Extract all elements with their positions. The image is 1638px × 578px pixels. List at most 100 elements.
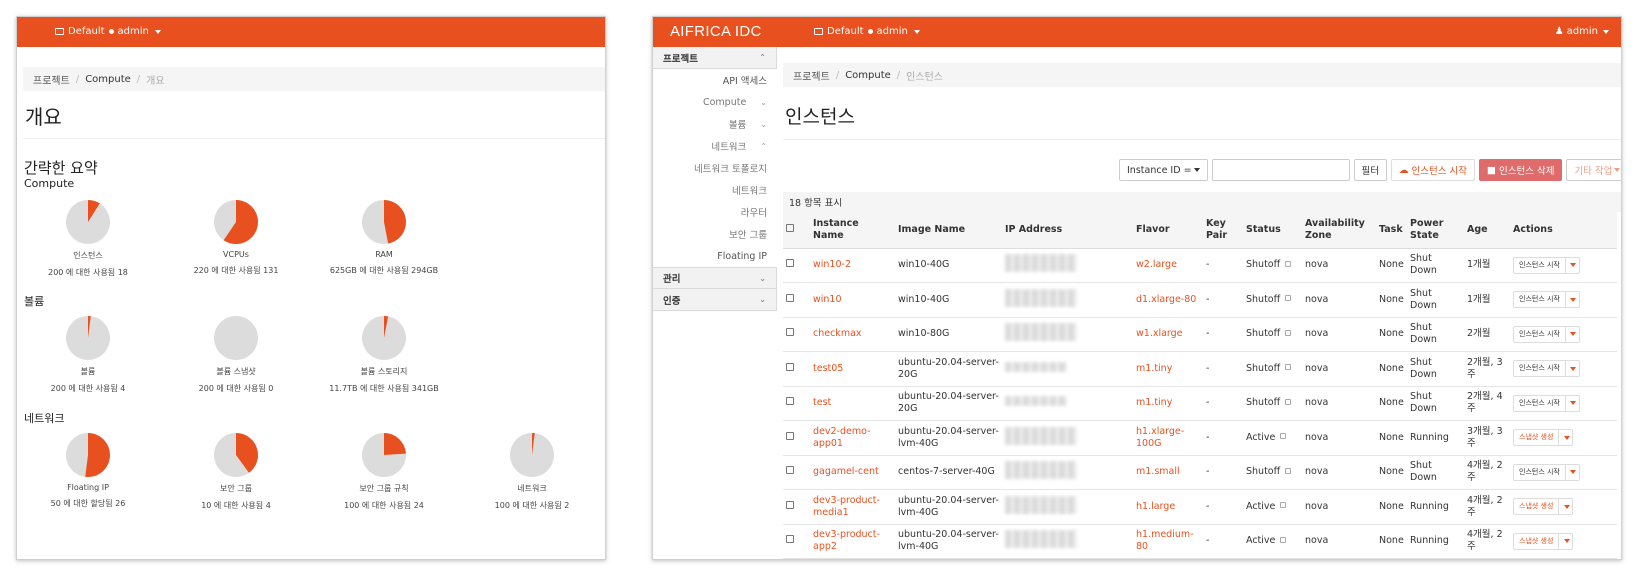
table-row[interactable]: win10 win10-40G d1.xlarge-80- Shutoff nova No… (783, 282, 1617, 318)
row-actions-dropdown[interactable] (1565, 256, 1580, 274)
sidebar-item[interactable]: 네트워크 (653, 179, 777, 201)
table-row[interactable]: test ubuntu-20.04-server-20G m1.tiny - Shuto… (783, 386, 1617, 421)
flavor-link[interactable]: w2.large (1136, 259, 1177, 270)
table-row[interactable]: dev2-demo-app01 ubuntu-20.04-server-lvm-4… (783, 420, 1617, 456)
status-cell: Shutoff (1243, 386, 1302, 421)
row-actions-dropdown[interactable] (1559, 498, 1574, 516)
instance-name-link[interactable]: win10-2 (813, 259, 851, 270)
column-header[interactable]: Power State (1407, 212, 1464, 249)
column-header[interactable]: Availability Zone (1302, 212, 1376, 249)
start-instance-button[interactable]: 인스턴스 시작 (1513, 291, 1566, 309)
main-content: 프로젝트 / Compute / 인스턴스 인스턴스 Instance ID = 필… (783, 47, 1621, 559)
create-snapshot-button[interactable]: 스냅샷 생성 (1513, 429, 1560, 447)
row-checkbox[interactable] (786, 535, 794, 544)
flavor-link[interactable]: h1.xlarge-100G (1136, 426, 1184, 449)
row-select-cell (783, 317, 810, 352)
row-checkbox[interactable] (786, 397, 794, 406)
row-actions-dropdown[interactable] (1565, 325, 1580, 343)
instance-name-cell: test (810, 386, 895, 421)
sidebar-item[interactable]: 네트워크 토폴로지 (653, 157, 777, 179)
table-row[interactable]: dev3-product-app2 ubuntu-20.04-server-lvm… (783, 524, 1617, 559)
start-instance-button[interactable]: 인스턴스 시작 (1513, 463, 1566, 481)
sidebar-item[interactable]: 볼륨 ⌄ (653, 113, 777, 135)
flavor-link[interactable]: h1.large (1136, 501, 1175, 512)
sidebar-item[interactable]: 네트워크 ⌃ (653, 135, 777, 157)
column-header[interactable]: Instance Name (810, 212, 895, 249)
sidebar-item[interactable]: Floating IP (653, 245, 777, 267)
user-menu[interactable]: ♟ admin (1555, 26, 1609, 37)
sidebar-item[interactable]: 보안 그룹 (653, 223, 777, 245)
filter-field-select[interactable]: Instance ID = (1119, 159, 1208, 181)
column-header[interactable]: Key Pair (1203, 212, 1243, 249)
table-row[interactable]: gagamel-cent centos-7-server-40G m1.small -… (783, 455, 1617, 490)
breadcrumb-project[interactable]: 프로젝트 (33, 72, 70, 87)
row-actions-dropdown[interactable] (1565, 360, 1580, 378)
row-actions-dropdown[interactable] (1559, 429, 1574, 447)
flavor-link[interactable]: m1.small (1136, 466, 1180, 477)
flavor-link[interactable]: m1.tiny (1136, 397, 1172, 408)
instance-name-link[interactable]: gagamel-cent (813, 466, 879, 477)
sidebar-item[interactable]: API 액세스 (653, 69, 777, 91)
flavor-link[interactable]: d1.xlarge-80 (1136, 294, 1196, 305)
column-header[interactable]: Age (1464, 212, 1510, 249)
start-instance-button[interactable]: 인스턴스 시작 (1513, 256, 1566, 274)
create-snapshot-button[interactable]: 스냅샷 생성 (1513, 532, 1560, 550)
project-dropdown[interactable]: Default admin (55, 26, 161, 37)
delete-instances-button[interactable]: ■ 인스턴스 삭제 (1478, 159, 1563, 181)
column-header[interactable]: Image Name (895, 212, 1002, 249)
start-instance-button[interactable]: 인스턴스 시작 (1513, 325, 1566, 343)
row-actions-dropdown[interactable] (1565, 291, 1580, 309)
row-checkbox[interactable] (786, 328, 794, 337)
start-instance-button[interactable]: 인스턴스 시작 (1513, 360, 1566, 378)
sidebar-admin-header[interactable]: 관리 ⌄ (653, 267, 777, 289)
table-row[interactable]: win10-2 win10-40G w2.large - Shutoff nova None… (783, 248, 1617, 283)
breadcrumb: 프로젝트 / Compute / 개요 (23, 67, 605, 91)
instance-name-link[interactable]: test05 (813, 363, 843, 374)
zone-cell: nova (1302, 317, 1376, 352)
instance-name-link[interactable]: dev3-product-media1 (813, 495, 880, 518)
select-all-checkbox[interactable] (786, 223, 794, 232)
filter-input[interactable] (1211, 159, 1350, 181)
filter-button[interactable]: 필터 (1353, 159, 1388, 181)
flavor-link[interactable]: h1.medium-80 (1136, 529, 1194, 552)
instance-name-link[interactable]: checkmax (813, 328, 862, 339)
sidebar-auth-header[interactable]: 인증 ⌄ (653, 289, 777, 311)
sidebar-item[interactable]: 라우터 (653, 201, 777, 223)
column-header[interactable]: IP Address (1002, 212, 1133, 249)
flavor-link[interactable]: w1.xlarge (1136, 328, 1183, 339)
table-row[interactable]: test05 ubuntu-20.04-server-20G m1.tiny - Shu… (783, 351, 1617, 387)
brand-logo[interactable]: AIFRICA IDC (670, 23, 762, 40)
column-header[interactable]: Flavor (1133, 212, 1203, 249)
row-checkbox[interactable] (786, 362, 794, 371)
breadcrumb-compute[interactable]: Compute (85, 74, 131, 85)
sidebar-item[interactable]: Compute ⌄ (653, 91, 777, 113)
more-actions-button[interactable]: 기타 작업 (1566, 159, 1621, 181)
instance-name-cell: win10 (810, 282, 895, 318)
table-row[interactable]: dev3-product-media1 ubuntu-20.04-server-l… (783, 489, 1617, 525)
sidebar-project-header[interactable]: 프로젝트 ⌃ (653, 47, 777, 69)
table-row[interactable]: checkmax win10-80G w1.xlarge - Shutoff nova No… (783, 317, 1617, 352)
flavor-link[interactable]: m1.tiny (1136, 363, 1172, 374)
row-checkbox[interactable] (786, 431, 794, 440)
column-header[interactable]: Task (1376, 212, 1407, 249)
row-actions-dropdown[interactable] (1559, 532, 1574, 550)
instance-name-link[interactable]: win10 (813, 294, 842, 305)
row-checkbox[interactable] (786, 293, 794, 302)
instance-name-link[interactable]: test (813, 397, 831, 408)
row-actions-dropdown[interactable] (1565, 463, 1580, 481)
start-instance-button[interactable]: 인스턴스 시작 (1513, 394, 1566, 412)
create-snapshot-button[interactable]: 스냅샷 생성 (1513, 498, 1560, 516)
row-checkbox[interactable] (786, 259, 794, 268)
row-actions-dropdown[interactable] (1565, 394, 1580, 412)
column-header[interactable]: Status (1243, 212, 1302, 249)
launch-instance-button[interactable]: ☁ 인스턴스 시작 (1391, 159, 1475, 181)
key-pair-cell: - (1203, 455, 1243, 490)
project-dropdown[interactable]: Default admin (814, 26, 920, 37)
breadcrumb-project[interactable]: 프로젝트 (793, 68, 830, 83)
breadcrumb-compute[interactable]: Compute (845, 70, 891, 81)
row-checkbox[interactable] (786, 466, 794, 475)
instance-name-link[interactable]: dev2-demo-app01 (813, 426, 871, 449)
row-checkbox[interactable] (786, 500, 794, 509)
instance-name-link[interactable]: dev3-product-app2 (813, 529, 880, 552)
lock-icon (1285, 364, 1292, 371)
